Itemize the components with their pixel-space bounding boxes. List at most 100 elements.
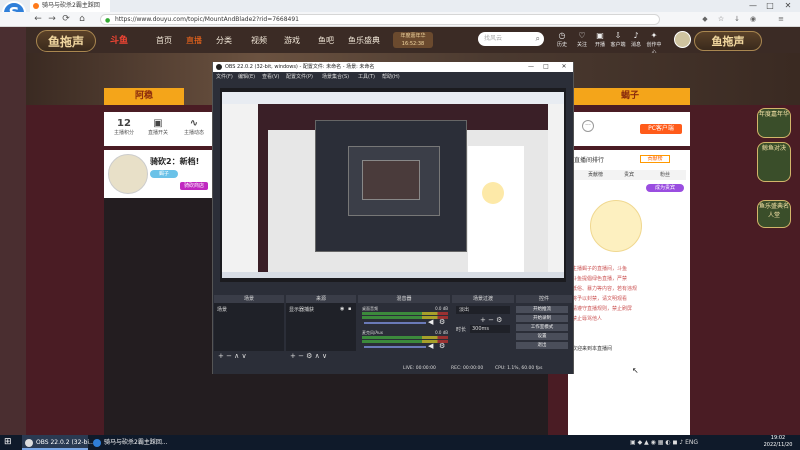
menu-tools[interactable]: 工具(T) bbox=[358, 73, 375, 80]
preview-mascot bbox=[482, 182, 504, 204]
banner-tab-right[interactable]: 蝎子 bbox=[570, 88, 690, 105]
menu-profile[interactable]: 配置文件(P) bbox=[286, 73, 313, 80]
site-search-input[interactable]: 找风云 ⌕ bbox=[478, 32, 544, 46]
live-timer: LIVE: 00:00:00 bbox=[403, 366, 436, 371]
nav-link-home[interactable]: 首页 bbox=[156, 34, 172, 48]
nav-link-game[interactable]: 游戏 bbox=[284, 34, 300, 48]
input-language[interactable]: ENG bbox=[685, 439, 698, 446]
menu-icon[interactable]: ≡ bbox=[776, 14, 786, 25]
follow-button[interactable]: ♡ 关注 bbox=[573, 30, 591, 52]
reload-button[interactable]: ⟳ bbox=[60, 12, 72, 27]
clock-icon: ◷ bbox=[558, 31, 566, 40]
stat-live-toggle[interactable]: ▣ 直播开关 bbox=[140, 118, 176, 137]
back-button[interactable]: ← bbox=[32, 12, 44, 27]
broadcast-button[interactable]: ▣ 开播 bbox=[591, 30, 609, 52]
search-icon[interactable]: ⌕ bbox=[536, 32, 540, 46]
stat-activity[interactable]: ∿ 主播动态 bbox=[176, 118, 212, 137]
welcome-message: 欢迎来到本直播间 bbox=[572, 346, 613, 352]
forward-button[interactable]: → bbox=[46, 12, 58, 27]
download-icon[interactable]: ↓ bbox=[732, 14, 742, 25]
sources-toolbar[interactable]: + − ⚙ ∧ ∨ bbox=[286, 351, 356, 361]
tab-contribution[interactable]: 贡献榜 bbox=[588, 171, 603, 178]
speaker-icon[interactable]: ◀ bbox=[428, 342, 433, 350]
browser-tab[interactable]: 骑马与砍杀2霸主踩回 bbox=[30, 0, 110, 12]
shop-tag[interactable]: 骑砍商店 bbox=[180, 182, 208, 190]
bell-icon: ♪ bbox=[633, 31, 639, 40]
pc-client-button[interactable]: PC客户端 bbox=[640, 124, 682, 134]
gear-icon[interactable]: ⚙ bbox=[439, 342, 445, 350]
mouse-cursor-icon: ↖ bbox=[632, 366, 639, 375]
taskbar-app-browser[interactable]: 骑马与砍杀2霸主踩回... bbox=[90, 435, 170, 450]
studio-mode-button[interactable]: 工作室模式 bbox=[516, 324, 568, 331]
menu-file[interactable]: 文件(F) bbox=[216, 73, 233, 80]
star-icon[interactable]: ☆ bbox=[716, 14, 726, 25]
menu-help[interactable]: 帮助(H) bbox=[382, 73, 400, 80]
more-icon[interactable]: ··· bbox=[582, 120, 594, 132]
obs-minimize-button[interactable]: — bbox=[525, 62, 537, 72]
transition-buttons[interactable]: + − ⚙ bbox=[480, 316, 502, 324]
eye-icon[interactable]: ◉ bbox=[340, 306, 344, 312]
menu-edit[interactable]: 编辑(E) bbox=[238, 73, 255, 80]
home-button[interactable]: ⌂ bbox=[76, 12, 88, 27]
exit-button[interactable]: 退出 bbox=[516, 342, 568, 349]
tab-fans[interactable]: 粉丝 bbox=[660, 171, 670, 178]
start-streaming-button[interactable]: 开始推流 bbox=[516, 306, 568, 313]
tab-vip[interactable]: 贵宾 bbox=[624, 171, 634, 178]
nav-link-fishbar[interactable]: 鱼吧 bbox=[318, 34, 334, 48]
user-icon[interactable]: ◉ bbox=[748, 14, 758, 25]
obs-statusbar: LIVE: 00:00:00 REC: 00:00:00 CPU: 1.1%, … bbox=[213, 364, 573, 374]
nav-link-live[interactable]: 直播 bbox=[186, 34, 202, 48]
transition-select[interactable]: 淡出 bbox=[456, 306, 510, 314]
creator-center-button[interactable]: ✦创作中心 bbox=[645, 30, 663, 56]
avatar[interactable] bbox=[674, 31, 691, 48]
rec-timer: REC: 00:00:00 bbox=[451, 366, 484, 371]
banner-tab-left[interactable]: 阿稳 bbox=[104, 88, 184, 105]
system-clock[interactable]: 19:02 2022/11/20 bbox=[758, 435, 798, 450]
become-vip-button[interactable]: 成为贵宾 bbox=[646, 184, 684, 192]
source-item[interactable]: 显示器捕获 bbox=[289, 306, 314, 313]
site-logo[interactable]: 鱼拖声 bbox=[36, 30, 96, 52]
scene-item[interactable]: 场景 bbox=[217, 306, 227, 313]
duration-input[interactable]: 300ms bbox=[470, 325, 510, 333]
volume-meter bbox=[362, 312, 448, 315]
menu-view[interactable]: 查看(V) bbox=[262, 73, 279, 80]
speaker-icon[interactable]: ◀ bbox=[428, 318, 433, 326]
tab-favicon-icon bbox=[33, 3, 39, 9]
address-bar[interactable]: ● https://www.douyu.com/topic/MountAndBla… bbox=[100, 14, 660, 25]
lock-icon[interactable]: ▪ bbox=[348, 306, 351, 312]
settings-button[interactable]: 设置 bbox=[516, 333, 568, 340]
volume-slider[interactable] bbox=[364, 346, 426, 348]
event-badge[interactable]: 鱼乐盛典名人堂 bbox=[757, 200, 791, 228]
track-db: 0.0 dB bbox=[435, 306, 448, 311]
taskbar-app-label: OBS 22.0.2 (32-bi... bbox=[36, 439, 95, 446]
nav-link-video[interactable]: 视频 bbox=[251, 34, 267, 48]
close-button[interactable]: ✕ bbox=[780, 0, 796, 12]
preview-browser-chrome bbox=[222, 92, 564, 104]
extension-icon[interactable]: ◆ bbox=[700, 14, 710, 25]
streamer-tag[interactable]: 蝎子 bbox=[150, 170, 178, 178]
maximize-button[interactable]: □ bbox=[762, 0, 778, 12]
obs-title-text: OBS 22.0.2 (32-bit, windows) - 配置文件: 未命名… bbox=[225, 64, 375, 70]
gear-icon[interactable]: ⚙ bbox=[439, 318, 445, 326]
event-badge[interactable]: 鲸鱼对决 bbox=[757, 142, 791, 182]
messages-button[interactable]: ♪ 消息 bbox=[627, 30, 645, 52]
nav-link-gala[interactable]: 鱼乐盛典 bbox=[348, 34, 380, 48]
start-button[interactable]: ⊞ bbox=[4, 436, 16, 449]
nav-link-category[interactable]: 分类 bbox=[216, 34, 232, 48]
rank-link[interactable]: 贡献榜 bbox=[640, 155, 670, 163]
menu-scene-collection[interactable]: 场景集合(S) bbox=[322, 73, 349, 80]
volume-slider[interactable] bbox=[364, 322, 426, 324]
streamer-avatar[interactable] bbox=[108, 154, 148, 194]
minimize-button[interactable]: — bbox=[745, 0, 761, 12]
event-badge[interactable]: 年度嘉年华 bbox=[757, 108, 791, 138]
client-button[interactable]: ⇩ 客户端 bbox=[609, 30, 627, 52]
history-button[interactable]: ◷ 历史 bbox=[553, 30, 571, 52]
obs-close-button[interactable]: ✕ bbox=[558, 62, 570, 72]
scenes-toolbar[interactable]: + − ∧ ∨ bbox=[214, 351, 284, 361]
event-countdown-badge[interactable]: 年度嘉年华 16:52:38 bbox=[393, 32, 433, 48]
lock-icon: ● bbox=[105, 17, 111, 24]
tray-icons[interactable]: ▣ ◆ ▲ ◉ ▦ ◐ ◼ ♪ bbox=[630, 439, 685, 446]
obs-maximize-button[interactable]: □ bbox=[540, 62, 552, 72]
taskbar-app-obs[interactable]: OBS 22.0.2 (32-bi... bbox=[22, 435, 95, 450]
start-recording-button[interactable]: 开始录制 bbox=[516, 315, 568, 322]
